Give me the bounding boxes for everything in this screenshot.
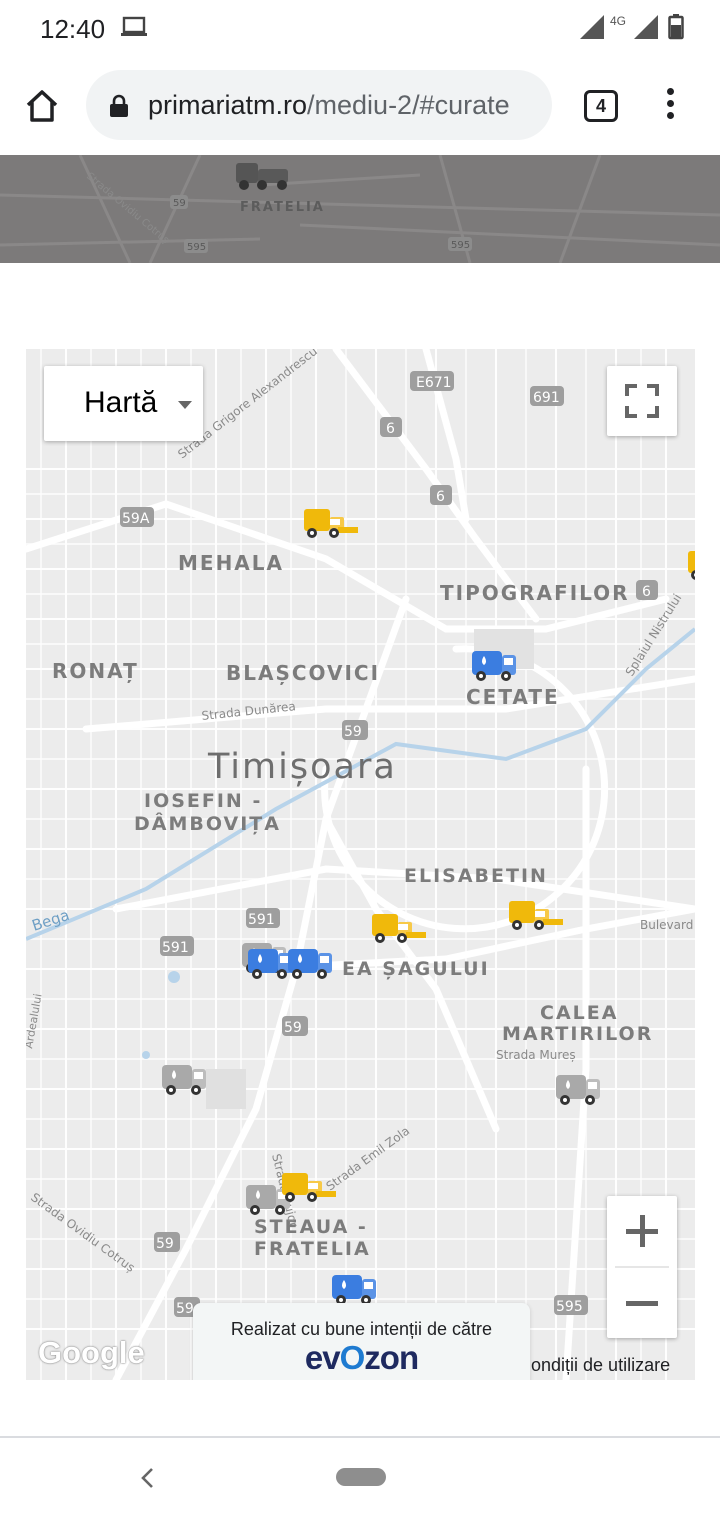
status-bar: 12:40 4G bbox=[0, 0, 720, 56]
svg-text:591: 591 bbox=[248, 912, 275, 928]
road-shield: 595 bbox=[187, 242, 206, 253]
svg-text:6: 6 bbox=[386, 421, 395, 437]
zoom-control bbox=[607, 1196, 677, 1338]
home-icon[interactable] bbox=[22, 86, 62, 126]
svg-text:591: 591 bbox=[162, 940, 189, 956]
road-shield: 591 bbox=[160, 936, 194, 956]
menu-icon[interactable] bbox=[664, 88, 676, 126]
svg-text:59: 59 bbox=[344, 724, 362, 740]
zoom-out-button[interactable] bbox=[607, 1268, 677, 1338]
system-nav-bar bbox=[0, 1438, 720, 1520]
district-label: BLAȘCOVICI bbox=[226, 661, 380, 685]
evozon-logo: evOzon bbox=[304, 1339, 419, 1376]
district-label: RONAȚ bbox=[52, 659, 139, 683]
lock-icon bbox=[110, 94, 128, 117]
road-shield: 59 bbox=[173, 198, 186, 209]
browser-toolbar: primariatm.ro/mediu-2/#curate 4 bbox=[0, 56, 720, 156]
map-canvas: MEHALA TIPOGRAFILOR RONAȚ BLAȘCOVICI CET… bbox=[26, 349, 695, 1380]
district-label: FRATELIA bbox=[254, 1238, 371, 1260]
street-label: Strada Mureș bbox=[496, 1048, 576, 1062]
credit-banner[interactable]: Realizat cu bune intenții de către evOzo… bbox=[193, 1303, 530, 1380]
district-label: ELISABETIN bbox=[404, 865, 548, 887]
status-time: 12:40 bbox=[40, 14, 106, 44]
street-label: Bulevard bbox=[640, 918, 693, 932]
road-shield: 59A bbox=[120, 507, 154, 527]
district-label: IOSEFIN - bbox=[144, 790, 262, 812]
road-shield: 6 bbox=[380, 417, 402, 437]
zoom-in-button[interactable] bbox=[607, 1196, 677, 1266]
city-label: Timișoara bbox=[207, 747, 397, 787]
network-type: 4G bbox=[609, 14, 626, 28]
road-shield: 59 bbox=[282, 1016, 308, 1036]
back-icon[interactable] bbox=[138, 1466, 158, 1490]
district-label: FRATELIA bbox=[240, 200, 325, 215]
battery-icon bbox=[668, 14, 684, 40]
fullscreen-icon bbox=[625, 384, 659, 418]
road-shield: 591 bbox=[246, 908, 280, 928]
district-label: EA ȘAGULUI bbox=[342, 958, 490, 980]
signal-icon bbox=[579, 15, 604, 39]
road-shield: 691 bbox=[530, 386, 564, 406]
svg-text:595: 595 bbox=[556, 1299, 583, 1315]
district-label: DÂMBOVIȚA bbox=[134, 812, 281, 835]
signal-icon bbox=[634, 15, 658, 39]
svg-text:59: 59 bbox=[284, 1020, 302, 1036]
road-shield: 59 bbox=[154, 1232, 180, 1252]
map-strip-overlay: Strada Ovidiu Cotruș 59 595 595 FRATELIA bbox=[0, 155, 720, 263]
district-label: STEAUA - bbox=[254, 1216, 368, 1238]
svg-text:59: 59 bbox=[156, 1236, 174, 1252]
page-spacer bbox=[0, 263, 720, 348]
svg-text:E671: E671 bbox=[416, 375, 452, 391]
url-bar[interactable]: primariatm.ro/mediu-2/#curate bbox=[86, 70, 552, 140]
terms-link[interactable]: ondiții de utilizare bbox=[531, 1355, 670, 1376]
district-label: CALEA bbox=[540, 1002, 618, 1024]
svg-text:6: 6 bbox=[642, 584, 651, 600]
svg-text:59A: 59A bbox=[122, 511, 150, 527]
district-label: CETATE bbox=[466, 685, 560, 709]
url-text: primariatm.ro/mediu-2/#curate bbox=[148, 90, 538, 121]
credit-text: Realizat cu bune intenții de către bbox=[230, 1319, 493, 1339]
url-path: /mediu-2/#curate bbox=[307, 90, 510, 120]
map-type-dropdown[interactable]: Hartă bbox=[44, 366, 203, 441]
road-shield: 59 bbox=[342, 720, 368, 740]
road-shield: 6 bbox=[636, 580, 658, 600]
caret-down-icon bbox=[178, 401, 192, 409]
district-label: MARTIRILOR bbox=[502, 1023, 653, 1045]
google-logo: Google bbox=[38, 1335, 145, 1370]
road-shield: 6 bbox=[430, 485, 452, 505]
tab-switcher-button[interactable]: 4 bbox=[584, 90, 618, 122]
road-shield: 595 bbox=[554, 1295, 588, 1315]
road-shield: 595 bbox=[451, 240, 470, 251]
home-pill[interactable] bbox=[336, 1468, 386, 1486]
map-view[interactable]: MEHALA TIPOGRAFILOR RONAȚ BLAȘCOVICI CET… bbox=[26, 349, 695, 1380]
laptop-icon bbox=[121, 16, 147, 36]
url-host: primariatm.ro bbox=[148, 90, 308, 120]
svg-text:691: 691 bbox=[533, 390, 560, 406]
district-label: TIPOGRAFILOR bbox=[440, 581, 630, 605]
svg-text:6: 6 bbox=[436, 489, 445, 505]
fullscreen-button[interactable] bbox=[607, 366, 677, 436]
zoom-out-icon bbox=[626, 1301, 658, 1306]
svg-text:59: 59 bbox=[176, 1301, 194, 1317]
district-label: MEHALA bbox=[178, 551, 284, 575]
map-type-label: Hartă bbox=[84, 386, 158, 419]
road-shield: E671 bbox=[410, 371, 454, 391]
